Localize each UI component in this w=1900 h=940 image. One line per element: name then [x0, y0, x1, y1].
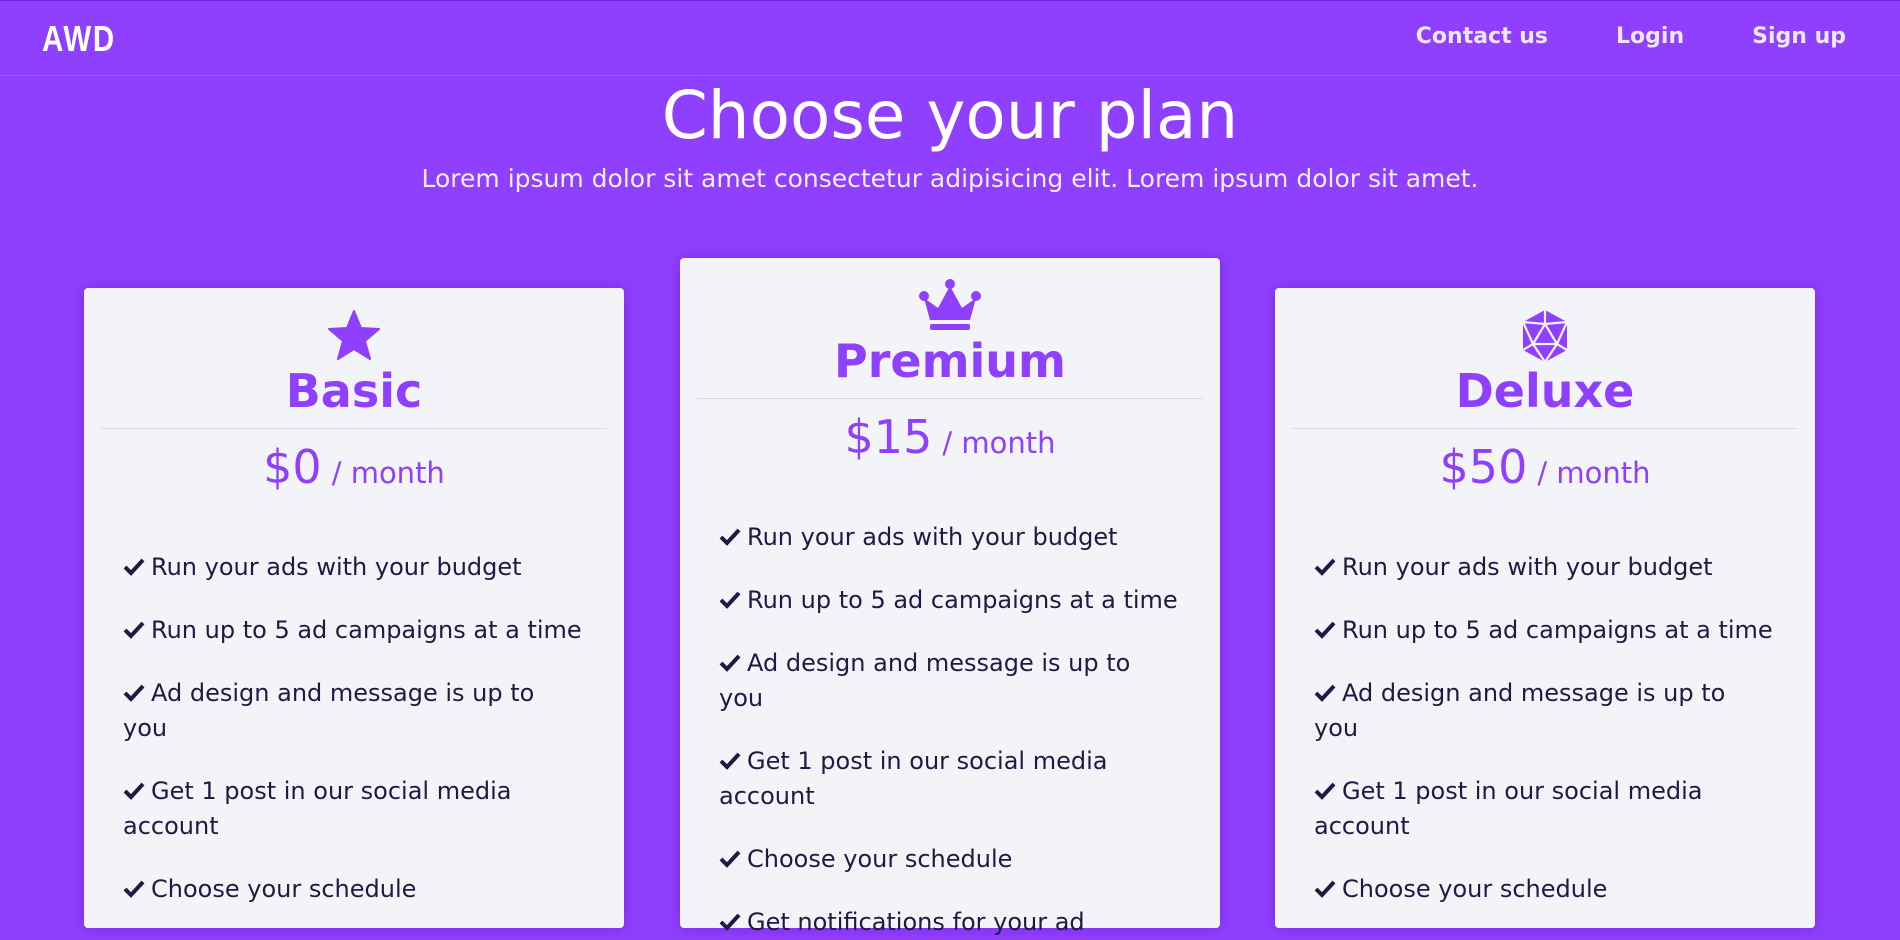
feature-item: Run up to 5 ad campaigns at a time [123, 613, 585, 648]
check-icon [719, 654, 741, 672]
nav-link-sign-up[interactable]: Sign up [1752, 22, 1846, 52]
feature-text: Get 1 post in our social media account [123, 777, 512, 840]
feature-text: Run up to 5 ad campaigns at a time [747, 586, 1178, 614]
star-icon [328, 310, 380, 360]
feature-text: Ad design and message is up to you [1314, 679, 1726, 742]
feature-item: Ad design and message is up to you [123, 676, 585, 746]
feature-text: Run up to 5 ad campaigns at a time [151, 616, 582, 644]
check-icon [719, 752, 741, 770]
price-row: $0 / month [101, 439, 607, 506]
feature-item: Choose your schedule [123, 872, 585, 907]
feature-text: Choose your schedule [151, 875, 417, 903]
feature-text: Get 1 post in our social media account [719, 747, 1108, 810]
plan-name: Deluxe [1455, 364, 1635, 418]
crown-icon [919, 279, 981, 330]
plan-card-premium: Premium $15 / month Run your ads with you… [680, 258, 1220, 936]
feature-item: Run your ads with your budget [123, 550, 585, 585]
feature-item: Run your ads with your budget [719, 520, 1181, 555]
check-icon [719, 591, 741, 609]
feature-item: Get 1 post in our social media account [1314, 774, 1776, 844]
check-icon [123, 558, 145, 576]
feature-text: Get 1 post in our social media account [1314, 777, 1703, 840]
feature-text: Ad design and message is up to you [719, 649, 1131, 712]
feature-text: Run your ads with your budget [1342, 553, 1713, 581]
feature-item: Get 1 post in our social media account [123, 774, 585, 844]
check-icon [719, 913, 741, 931]
plan-period: / month [942, 426, 1056, 460]
feature-item: Run up to 5 ad campaigns at a time [1314, 613, 1776, 648]
plan-name: Basic [285, 364, 423, 418]
feature-item: Choose your schedule [719, 842, 1181, 877]
plan-card-basic: Basic $0 / month Run your ads with your b… [84, 288, 624, 928]
navbar: AWD Contact us Login Sign up [0, 0, 1900, 76]
check-icon [123, 782, 145, 800]
plan-price: $50 [1439, 440, 1528, 494]
page-subtitle: Lorem ipsum dolor sit amet consectetur a… [421, 164, 1479, 193]
feature-item: Run your ads with your budget [1314, 550, 1776, 585]
dice-d20-icon [1521, 310, 1569, 363]
check-icon [719, 528, 741, 546]
feature-list: Run your ads with your budget Run up to … [1292, 550, 1798, 907]
feature-list: Run your ads with your budget Run up to … [101, 550, 607, 907]
feature-text: Run up to 5 ad campaigns at a time [1342, 616, 1773, 644]
feature-item: Ad design and message is up to you [1314, 676, 1776, 746]
plan-period: / month [1537, 456, 1651, 490]
divider [697, 398, 1203, 399]
feature-text: Choose your schedule [1342, 875, 1608, 903]
feature-text: Run your ads with your budget [151, 553, 522, 581]
check-icon [719, 850, 741, 868]
plan-price: $15 [844, 410, 933, 464]
feature-item: Get notifications for your ad [719, 905, 1181, 940]
feature-text: Choose your schedule [747, 845, 1013, 873]
feature-item: Ad design and message is up to you [719, 646, 1181, 716]
check-icon [123, 880, 145, 898]
price-row: $15 / month [697, 409, 1203, 476]
feature-list: Run your ads with your budget Run up to … [697, 520, 1203, 940]
plan-name: Premium [834, 334, 1066, 388]
feature-text: Get notifications for your ad [747, 908, 1085, 936]
nav-link-contact-us[interactable]: Contact us [1416, 22, 1548, 52]
feature-item: Run up to 5 ad campaigns at a time [719, 583, 1181, 618]
check-icon [1314, 782, 1336, 800]
divider [101, 428, 607, 429]
feature-text: Ad design and message is up to you [123, 679, 535, 742]
divider [1292, 428, 1798, 429]
plan-period: / month [331, 456, 445, 490]
plan-price: $0 [263, 440, 322, 494]
plan-card-deluxe: Deluxe $50 / month Run your ads with your… [1275, 288, 1815, 928]
nav-links: Contact us Login Sign up [1416, 22, 1846, 52]
feature-item: Get 1 post in our social media account [719, 744, 1181, 814]
price-row: $50 / month [1292, 439, 1798, 506]
check-icon [1314, 880, 1336, 898]
check-icon [123, 684, 145, 702]
feature-item: Choose your schedule [1314, 872, 1776, 907]
check-icon [123, 621, 145, 639]
check-icon [1314, 684, 1336, 702]
nav-link-login[interactable]: Login [1616, 22, 1684, 52]
check-icon [1314, 621, 1336, 639]
check-icon [1314, 558, 1336, 576]
feature-text: Run your ads with your budget [747, 523, 1118, 551]
logo[interactable]: AWD [42, 19, 116, 59]
page-title: Choose your plan [661, 77, 1239, 154]
